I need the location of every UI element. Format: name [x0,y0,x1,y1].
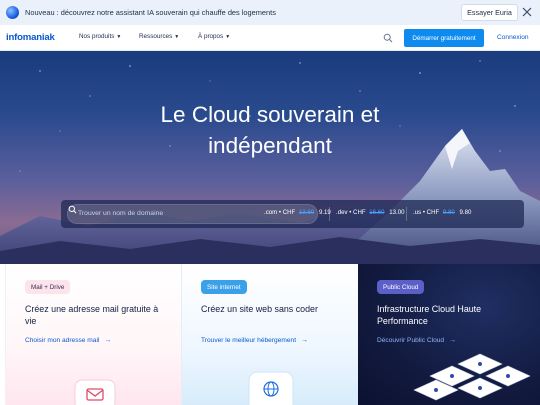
domain-search-bar: Trouver un nom de domaine .com • CHF 13.… [61,200,524,228]
price-ext: .us [413,209,422,216]
divider [406,207,407,221]
price-dev[interactable]: .dev • CHF 16.60 13.00 [336,209,405,216]
nav-ressources[interactable]: Ressources ▼ [139,33,179,40]
card-title: Créez une adresse mail gratuite à vie [25,304,159,326]
hero-section: Le Cloud souverain et indépendant Trouve… [0,51,540,265]
chevron-down-icon: ▼ [116,33,122,40]
price-ext: .dev [336,209,348,216]
card-site-internet[interactable]: Site internet Créez un site web sans cod… [181,264,358,405]
choose-mail-link[interactable]: Choisir mon adresse mail → [25,337,111,344]
price-new: 9.80 [459,209,472,216]
card-link-label: Découvrir Public Cloud [377,337,445,344]
find-hosting-link[interactable]: Trouver le meilleur hébergement → [201,337,308,344]
start-free-button[interactable]: Démarrer gratuitement [404,29,484,47]
price-new: 13.00 [389,209,405,216]
card-public-cloud[interactable]: Public Cloud Infrastructure Cloud Haute … [358,264,540,405]
price-old: 16.60 [369,209,385,216]
banner-text: Nouveau : découvrez notre assistant IA s… [25,8,276,17]
card-title: Créez un site web sans coder [201,304,318,314]
price-ext: .com [264,209,278,216]
discover-cloud-link[interactable]: Découvrir Public Cloud → [377,337,456,344]
search-placeholder: Trouver un nom de domaine [78,210,164,217]
card-link-label: Trouver le meilleur hébergement [201,337,297,344]
close-icon[interactable] [521,6,533,18]
search-icon[interactable] [68,205,77,214]
hero-title-line2: indépendant [208,133,332,158]
chevron-down-icon: ▼ [174,33,180,40]
price-com[interactable]: .com • CHF 13.60 9.19 [264,209,331,216]
card-tag: Mail + Drive [25,280,71,294]
divider [329,207,330,221]
product-cards: Mail + Drive Créez une adresse mail grat… [0,264,540,405]
hero-title: Le Cloud souverain et indépendant [0,99,540,161]
cloud-servers-illustration [413,353,531,401]
price-us[interactable]: .us • CHF 9.80 9.80 [413,209,471,216]
login-link[interactable]: Connexion [497,34,529,41]
hero-title-line1: Le Cloud souverain et [160,102,380,127]
price-label: • CHF [349,209,366,216]
card-link-label: Choisir mon adresse mail [25,337,100,344]
nav-label: Nos produits [79,33,115,40]
card-tag: Site internet [201,280,247,294]
price-old: 13.60 [298,209,315,216]
mail-icon [74,379,116,405]
card-title: Infrastructure Cloud Haute Performance [377,304,482,326]
globe-icon [248,371,294,405]
chevron-down-icon: ▼ [225,33,231,40]
arrow-right-icon: → [104,337,112,344]
nav-nos-produits[interactable]: Nos produits ▼ [79,33,121,40]
price-old: 9.80 [442,209,455,216]
arrow-right-icon: → [449,337,457,344]
site-header: infomaniak Nos produits ▼ Ressources ▼ À p… [0,25,540,51]
price-label: • CHF [422,209,440,216]
search-icon[interactable] [383,33,393,43]
infomaniak-logo[interactable]: infomaniak [6,32,55,43]
card-mail-drive[interactable]: Mail + Drive Créez une adresse mail grat… [5,264,181,405]
nav-a-propos[interactable]: À propos ▼ [198,33,230,40]
euria-logo-icon [6,6,19,19]
card-tag: Public Cloud [377,280,425,294]
nav-label: Ressources [139,33,173,40]
price-label: • CHF [278,209,296,216]
try-euria-button[interactable]: Essayer Euria [461,4,518,21]
arrow-right-icon: → [301,337,309,344]
announcement-banner: Nouveau : découvrez notre assistant IA s… [0,0,540,25]
nav-label: À propos [198,33,224,40]
